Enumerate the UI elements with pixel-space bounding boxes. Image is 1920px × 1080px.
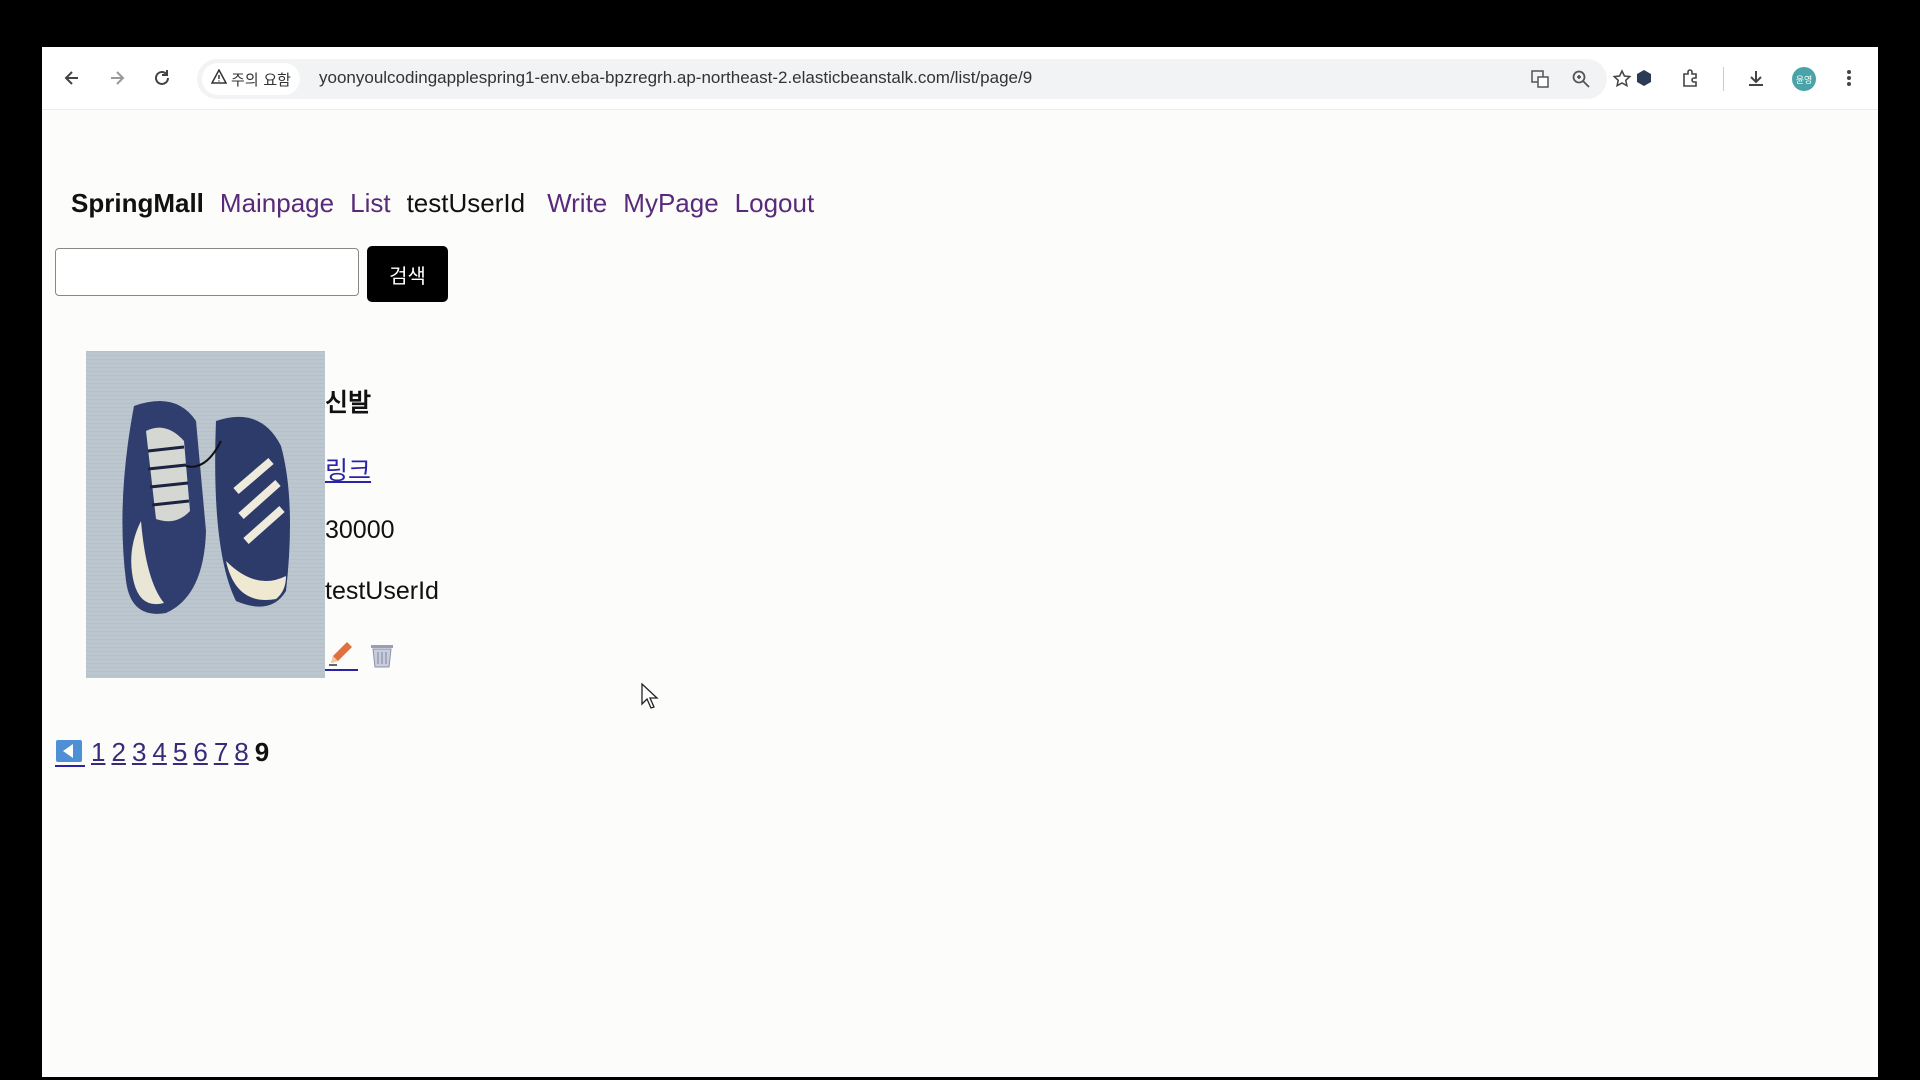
toolbar-divider — [1723, 67, 1724, 91]
download-icon[interactable] — [1741, 63, 1771, 93]
security-chip[interactable]: 주의 요함 — [202, 63, 300, 95]
product-title: 신발 — [325, 388, 372, 417]
page-link-5[interactable]: 5 — [173, 737, 187, 768]
reload-icon[interactable] — [147, 63, 177, 93]
address-bar[interactable]: 주의 요함 yoonyoulcodingapplespring1-env.eba… — [197, 59, 1632, 99]
nav-list[interactable]: List — [350, 188, 390, 219]
page-link-4[interactable]: 4 — [152, 737, 166, 768]
product-price: 30000 — [325, 516, 395, 544]
product-link[interactable]: 링크 — [325, 451, 371, 487]
security-label: 주의 요함 — [231, 70, 291, 89]
browser-window: 주의 요함 yoonyoulcodingapplespring1-env.eba… — [42, 47, 1878, 1077]
page-link-1[interactable]: 1 — [91, 737, 105, 768]
edit-pencil-icon[interactable] — [325, 639, 358, 671]
back-icon[interactable] — [57, 63, 87, 93]
nav-mypage[interactable]: MyPage — [623, 188, 718, 219]
page-link-7[interactable]: 7 — [214, 737, 228, 768]
pagination: 1 2 3 4 5 6 7 8 9 — [55, 737, 269, 768]
trash-icon[interactable] — [369, 641, 395, 669]
navbar: SpringMall Mainpage List testUserId Writ… — [71, 188, 830, 219]
product-card: 신발 링크 30000 testUserId — [86, 351, 506, 681]
brand-logo[interactable]: SpringMall — [71, 188, 204, 219]
browser-toolbar: 주의 요함 yoonyoulcodingapplespring1-env.eba… — [42, 47, 1878, 110]
page-link-2[interactable]: 2 — [111, 737, 125, 768]
extension-shield-icon[interactable] — [1629, 63, 1659, 93]
zoom-icon[interactable] — [1567, 65, 1595, 93]
search-button[interactable]: 검색 — [367, 246, 448, 302]
page-link-3[interactable]: 3 — [132, 737, 146, 768]
profile-avatar[interactable]: 윤영 — [1792, 67, 1816, 91]
nav-username: testUserId — [406, 188, 526, 218]
translate-icon[interactable] — [1526, 65, 1554, 93]
nav-write[interactable]: Write — [547, 188, 607, 219]
warning-icon — [210, 68, 228, 89]
url-text[interactable]: yoonyoulcodingapplespring1-env.eba-bpzre… — [319, 68, 1032, 88]
page-link-6[interactable]: 6 — [193, 737, 207, 768]
more-menu-icon[interactable] — [1834, 63, 1864, 93]
extensions-puzzle-icon[interactable] — [1675, 63, 1705, 93]
current-page: 9 — [254, 737, 270, 767]
page-link-8[interactable]: 8 — [234, 737, 248, 768]
page-content: SpringMall Mainpage List testUserId Writ… — [42, 109, 1878, 1077]
forward-icon[interactable] — [102, 63, 132, 93]
product-owner: testUserId — [325, 577, 439, 605]
nav-logout[interactable]: Logout — [735, 188, 815, 219]
nav-mainpage[interactable]: Mainpage — [220, 188, 334, 219]
mouse-cursor-icon — [641, 682, 659, 713]
product-image — [86, 351, 325, 678]
search-input[interactable] — [55, 248, 359, 296]
prev-page-icon[interactable] — [55, 739, 85, 767]
